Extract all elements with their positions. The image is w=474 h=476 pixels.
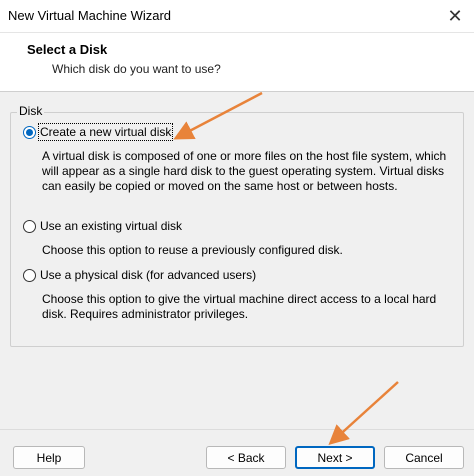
help-button[interactable]: Help: [13, 446, 85, 469]
radio-use-physical-disk[interactable]: [23, 268, 36, 282]
option-label[interactable]: Use a physical disk (for advanced users): [40, 268, 256, 282]
page-subtitle: Which disk do you want to use?: [52, 62, 221, 76]
wizard-header: Select a Disk Which disk do you want to …: [0, 33, 474, 88]
radio-use-existing-disk[interactable]: [23, 219, 36, 233]
back-button[interactable]: < Back: [206, 446, 286, 469]
option-description: A virtual disk is composed of one or mor…: [42, 149, 447, 193]
option-label[interactable]: Create a new virtual disk: [37, 123, 174, 141]
disk-groupbox: Disk Create a new virtual disk A virtual…: [10, 104, 464, 347]
title-bar: New Virtual Machine Wizard ✕: [0, 0, 474, 33]
radio-create-new-disk[interactable]: [23, 125, 36, 139]
option-label[interactable]: Use an existing virtual disk: [40, 219, 182, 233]
close-icon[interactable]: ✕: [436, 0, 474, 33]
option-description: Choose this option to reuse a previously…: [42, 243, 343, 257]
option-create-new-disk[interactable]: Create a new virtual disk: [23, 123, 174, 141]
window-title: New Virtual Machine Wizard: [8, 8, 172, 23]
option-use-existing-disk[interactable]: Use an existing virtual disk: [23, 219, 182, 233]
next-button[interactable]: Next >: [295, 446, 375, 469]
cancel-button[interactable]: Cancel: [384, 446, 464, 469]
option-description: Choose this option to give the virtual m…: [42, 292, 437, 321]
option-use-physical-disk[interactable]: Use a physical disk (for advanced users): [23, 268, 256, 282]
group-label: Disk: [17, 104, 45, 118]
page-title: Select a Disk: [27, 42, 108, 57]
wizard-footer: Help < Back Next > Cancel: [0, 429, 474, 476]
wizard-body: Disk Create a new virtual disk A virtual…: [0, 91, 474, 429]
